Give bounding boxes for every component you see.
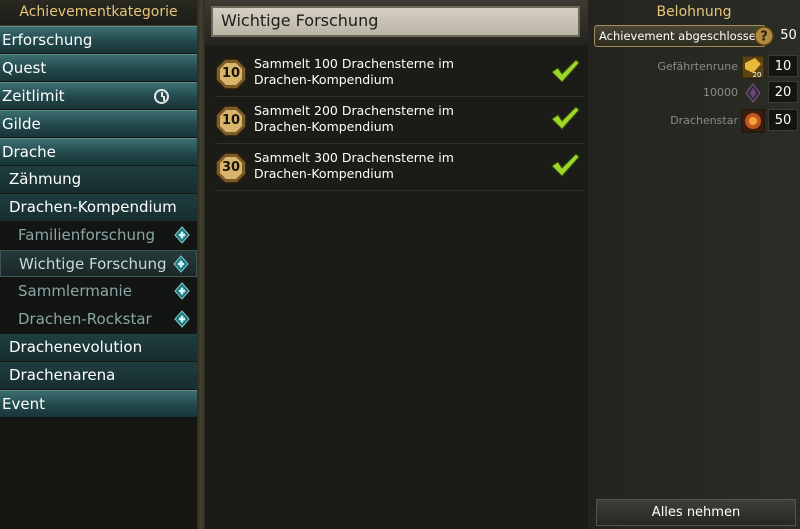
achievement-panel: Wichtige Forschung 10 Sammelt 100 Drache… bbox=[205, 0, 588, 529]
category-label: Gilde bbox=[2, 115, 41, 133]
subcategory-drachen-kompendium[interactable]: Drachen-Kompendium bbox=[0, 194, 197, 221]
checkmark-icon bbox=[551, 59, 580, 83]
category-label: Wichtige Forschung bbox=[19, 255, 167, 273]
reward-value: 50 bbox=[768, 109, 798, 131]
gem-icon bbox=[174, 282, 190, 300]
header-frame: Wichtige Forschung bbox=[205, 0, 588, 45]
reward-row: Gefährtenrune 20 10 bbox=[588, 54, 800, 80]
take-all-button[interactable]: Alles nehmen bbox=[596, 499, 796, 526]
category-label: Erforschung bbox=[2, 31, 93, 49]
points-value: 10 bbox=[221, 113, 241, 128]
points-badge: 30 bbox=[215, 152, 247, 184]
points-value: 10 bbox=[221, 66, 241, 81]
reward-name: Drachenstar bbox=[670, 114, 738, 127]
gem-icon bbox=[173, 255, 189, 273]
subcategory-drachen-rockstar[interactable]: Drachen-Rockstar bbox=[0, 306, 197, 333]
rune-count: 20 bbox=[753, 71, 762, 79]
points-badge: 10 bbox=[215, 105, 247, 137]
category-label: Event bbox=[2, 395, 45, 413]
achievement-row[interactable]: 30 Sammelt 300 Drachensterne im Drachen-… bbox=[215, 146, 585, 191]
category-label: Zähmung bbox=[9, 170, 82, 188]
rune-icon: 20 bbox=[741, 55, 765, 79]
category-drache[interactable]: Drache bbox=[0, 138, 197, 165]
page-title: Wichtige Forschung bbox=[221, 11, 379, 30]
dragon-star-icon bbox=[741, 109, 765, 133]
points-badge: 10 bbox=[215, 58, 247, 90]
achievement-row[interactable]: 10 Sammelt 200 Drachensterne im Drachen-… bbox=[215, 99, 585, 144]
subcategory-drachenevolution[interactable]: Drachenevolution bbox=[0, 334, 197, 361]
header-plate: Wichtige Forschung bbox=[211, 6, 580, 37]
reward-row: Drachenstar 50 bbox=[588, 108, 800, 134]
achievement-points-total: 50 bbox=[780, 28, 797, 43]
category-zeitlimit[interactable]: Zeitlimit bbox=[0, 82, 197, 109]
clock-icon bbox=[154, 89, 169, 104]
reward-row: 10000 20 bbox=[588, 80, 800, 106]
category-gilde[interactable]: Gilde bbox=[0, 110, 197, 137]
reward-name: 10000 bbox=[703, 86, 738, 99]
reward-value: 20 bbox=[768, 81, 798, 103]
subcategory-zaehmung[interactable]: Zähmung bbox=[0, 166, 197, 193]
checkmark-icon bbox=[551, 153, 580, 177]
category-label: Familienforschung bbox=[18, 226, 156, 244]
category-quest[interactable]: Quest bbox=[0, 54, 197, 81]
dark-crystal-icon bbox=[745, 83, 761, 103]
category-label: Drachen-Rockstar bbox=[18, 310, 152, 328]
reward-title: Belohnung bbox=[656, 4, 732, 20]
category-label: Drachen-Kompendium bbox=[9, 198, 177, 216]
category-label: Sammlermanie bbox=[18, 282, 132, 300]
gem-icon bbox=[174, 226, 190, 244]
subcategory-sammlermanie[interactable]: Sammlermanie bbox=[0, 278, 197, 305]
reward-panel: Belohnung Achievement abgeschlossen ? 50… bbox=[588, 0, 800, 529]
points-value: 30 bbox=[221, 160, 241, 175]
category-label: Quest bbox=[2, 59, 47, 77]
subcategory-wichtige-forschung[interactable]: Wichtige Forschung bbox=[0, 250, 197, 277]
category-erforschung[interactable]: Erforschung bbox=[0, 26, 197, 53]
category-label: Drachenevolution bbox=[9, 338, 143, 356]
category-label: Drachenarena bbox=[9, 366, 116, 384]
category-label: Zeitlimit bbox=[2, 87, 65, 105]
sidebar-title: Achievementkategorie bbox=[0, 0, 197, 26]
question-icon[interactable]: ? bbox=[754, 26, 774, 46]
subcategory-drachenarena[interactable]: Drachenarena bbox=[0, 362, 197, 389]
achievement-text: Sammelt 100 Drachensterne im Drachen-Kom… bbox=[254, 56, 454, 87]
panel-divider bbox=[197, 0, 205, 529]
category-event[interactable]: Event bbox=[0, 390, 197, 417]
svg-text:?: ? bbox=[760, 30, 768, 45]
checkmark-icon bbox=[551, 106, 580, 130]
subcategory-familienforschung[interactable]: Familienforschung bbox=[0, 222, 197, 249]
category-label: Drache bbox=[2, 143, 56, 161]
achievement-complete-bar: Achievement abgeschlossen bbox=[594, 25, 766, 47]
reward-value: 10 bbox=[768, 55, 798, 77]
achievement-text: Sammelt 300 Drachensterne im Drachen-Kom… bbox=[254, 150, 454, 181]
achievement-text: Sammelt 200 Drachensterne im Drachen-Kom… bbox=[254, 103, 454, 134]
gem-icon bbox=[174, 310, 190, 328]
category-sidebar: Achievementkategorie Erforschung Quest Z… bbox=[0, 0, 197, 529]
reward-name: Gefährtenrune bbox=[657, 60, 738, 73]
achievement-row[interactable]: 10 Sammelt 100 Drachensterne im Drachen-… bbox=[215, 52, 585, 97]
